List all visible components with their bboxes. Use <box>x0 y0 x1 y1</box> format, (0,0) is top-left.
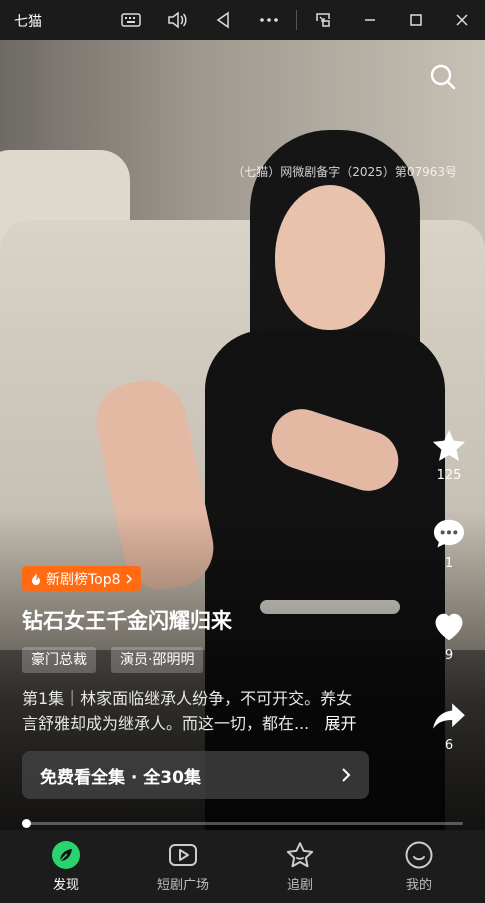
tag-actor[interactable]: 演员·邵明明 <box>111 647 204 673</box>
share-icon <box>429 696 469 736</box>
titlebar-divider <box>296 10 297 30</box>
watch-all-button[interactable]: 免费看全集 · 全30集 <box>22 751 369 799</box>
rank-badge[interactable]: 新剧榜Top8 <box>22 566 141 591</box>
tab-following[interactable]: 追剧 <box>260 840 340 893</box>
play-screen-icon <box>143 840 223 870</box>
tag-genre[interactable]: 豪门总裁 <box>22 647 96 673</box>
star-outline-icon <box>260 840 340 870</box>
video-progress-bar[interactable] <box>22 819 463 828</box>
tab-label: 追剧 <box>286 878 313 893</box>
share-count: 6 <box>444 738 454 753</box>
tab-mine[interactable]: 我的 <box>379 840 459 893</box>
flame-icon <box>32 572 40 585</box>
rank-badge-label: 新剧榜Top8 <box>46 571 121 588</box>
description-line-2: 言舒雅却成为继承人。而这一切，都在... <box>22 714 310 733</box>
episode-description: 第1集｜林家面临继承人纷争，不可开交。养女 言舒雅却成为继承人。而这一切，都在.… <box>22 686 382 736</box>
bottom-tab-bar: 发现 短剧广场 追剧 我的 <box>0 830 485 903</box>
like-count: 9 <box>444 648 454 663</box>
tab-label: 我的 <box>405 878 432 893</box>
heart-icon <box>429 606 469 646</box>
discover-icon <box>26 840 106 870</box>
tab-drama-plaza[interactable]: 短剧广场 <box>143 840 223 893</box>
pip-icon[interactable] <box>310 8 336 32</box>
star-button[interactable]: 125 <box>429 426 469 483</box>
chevron-right-icon <box>126 573 132 584</box>
window-titlebar: 七猫 <box>0 0 485 40</box>
license-text: （七猫）网微剧备字（2025）第07963号 <box>232 165 457 179</box>
tab-label: 短剧广场 <box>156 878 209 893</box>
volume-icon[interactable] <box>164 8 190 32</box>
comment-button[interactable]: 1 <box>429 514 469 571</box>
more-icon[interactable] <box>256 8 282 32</box>
search-icon[interactable] <box>429 63 457 91</box>
tab-discover[interactable]: 发现 <box>26 840 106 893</box>
comment-count: 1 <box>444 556 454 571</box>
minimize-icon[interactable] <box>357 8 383 32</box>
like-button[interactable]: 9 <box>429 606 469 663</box>
profile-face-icon <box>379 840 459 870</box>
star-count: 125 <box>436 468 462 483</box>
watch-all-label: 免费看全集 · 全30集 <box>40 767 201 788</box>
maximize-icon[interactable] <box>403 8 429 32</box>
share-button[interactable]: 6 <box>429 696 469 753</box>
drama-title[interactable]: 钻石女王千金闪耀归来 <box>22 605 232 635</box>
back-icon[interactable] <box>210 8 236 32</box>
progress-knob[interactable] <box>22 819 31 828</box>
keyboard-icon[interactable] <box>118 8 144 32</box>
comment-icon <box>429 514 469 554</box>
tab-label: 发现 <box>52 878 79 893</box>
chevron-right-icon <box>342 768 351 782</box>
expand-link[interactable]: 展开 <box>325 714 357 733</box>
star-icon <box>429 426 469 466</box>
app-name: 七猫 <box>14 14 42 30</box>
description-line-1: 第1集｜林家面临继承人纷争，不可开交。养女 <box>22 689 353 708</box>
close-icon[interactable] <box>449 8 475 32</box>
